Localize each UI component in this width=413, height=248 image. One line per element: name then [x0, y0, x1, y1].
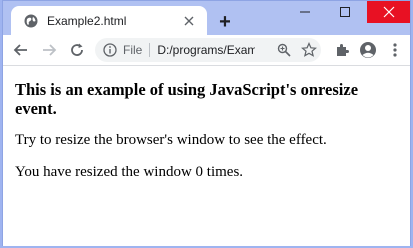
- tab-title: Example2.html: [47, 13, 127, 28]
- omnibox-separator: [149, 43, 151, 57]
- back-arrow-icon: [13, 44, 27, 56]
- page-content: This is an example of using JavaScript's…: [3, 66, 410, 246]
- page-heading: This is an example of using JavaScript's…: [15, 80, 359, 118]
- bookmark-star-icon[interactable]: [301, 42, 317, 58]
- forward-button[interactable]: [37, 38, 61, 62]
- reload-button[interactable]: [65, 38, 89, 62]
- reload-icon: [71, 43, 83, 56]
- forward-arrow-icon: [43, 44, 57, 56]
- menu-button[interactable]: [385, 40, 405, 60]
- puzzle-icon: [337, 44, 349, 56]
- address-bar[interactable]: File D:/programs/Example2.html: [95, 38, 321, 62]
- scheme-label: File: [123, 43, 143, 57]
- maximize-button[interactable]: [325, 1, 365, 23]
- resize-count-text: You have resized the window 0 times.: [15, 164, 244, 180]
- new-tab-button[interactable]: +: [213, 11, 237, 33]
- globe-icon: [23, 13, 39, 29]
- tab-strip: Example2.html +: [3, 1, 410, 35]
- zoom-icon[interactable]: [277, 43, 291, 57]
- info-icon[interactable]: [103, 43, 117, 57]
- back-button[interactable]: [9, 38, 33, 62]
- extensions-button[interactable]: [332, 40, 352, 60]
- kebab-menu-icon: [393, 43, 397, 57]
- tab-close-icon[interactable]: [181, 13, 197, 29]
- tab-example2[interactable]: Example2.html: [11, 6, 207, 35]
- browser-toolbar: File D:/programs/Example2.html: [3, 35, 410, 65]
- close-window-button[interactable]: [367, 1, 410, 23]
- browser-window: Example2.html + File D:/programs/Exam Th…: [2, 0, 411, 246]
- instruction-text: Try to resize the browser's window to se…: [15, 132, 327, 148]
- profile-button[interactable]: [358, 40, 378, 60]
- url-text[interactable]: D:/programs/Example2.html: [157, 43, 255, 57]
- avatar-icon: [360, 42, 376, 58]
- minimize-button[interactable]: [285, 1, 325, 23]
